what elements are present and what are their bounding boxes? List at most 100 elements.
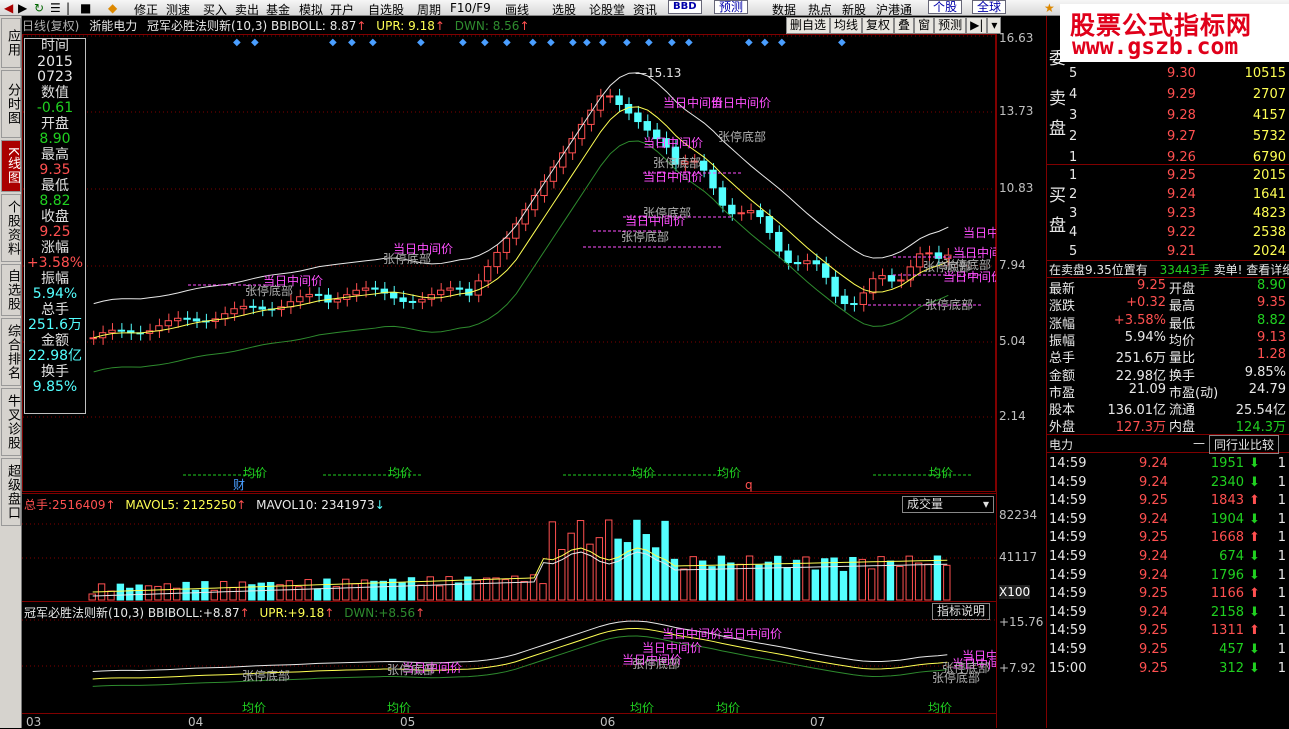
tab-watchlist[interactable]: 自选股 — [1, 264, 21, 316]
menu-item-xiuzheng[interactable]: 修正 — [134, 1, 158, 18]
menu-item-forum[interactable]: 论股堂 — [589, 1, 625, 18]
volume-bar — [886, 560, 895, 601]
tick-count: 1 — [1277, 474, 1286, 490]
volume-bar — [257, 582, 265, 601]
quote-cell: 内盘 — [1169, 420, 1196, 436]
level-price: 9.21 — [1167, 244, 1196, 259]
home-icon[interactable]: ◆ — [108, 1, 117, 15]
menu-item-account[interactable]: 开户 — [330, 1, 354, 18]
menu-item-buy[interactable]: 买入 — [203, 1, 227, 18]
menu-item-draw[interactable]: 画线 — [505, 1, 529, 18]
period-label[interactable]: 日线(复权) — [22, 19, 79, 33]
tab-profile[interactable]: 个股资料 — [1, 194, 21, 262]
industry-compare-button[interactable]: 同行业比较 — [1209, 435, 1280, 454]
x-tick: 04 — [188, 715, 204, 729]
tick-time: 14:59 — [1049, 511, 1087, 527]
quote-cell: 涨跌 — [1049, 299, 1076, 315]
refresh-icon[interactable]: ↻ — [34, 1, 44, 15]
buy-level-row[interactable]: 3 9.23 4823 — [1047, 206, 1289, 224]
sell-level-row[interactable]: 4 9.29 2707 — [1047, 87, 1289, 105]
individual-stock-button[interactable]: 个股 — [928, 0, 963, 14]
stop-icon[interactable]: ■ — [80, 1, 91, 15]
tick-time: 14:59 — [1049, 567, 1087, 583]
buy-level-row[interactable]: 1 9.25 2015 — [1047, 168, 1289, 186]
quote-cell: 外盘 — [1049, 420, 1076, 436]
tab-diagnosis[interactable]: 牛叉诊股 — [1, 388, 21, 456]
menu-item-hk-connect[interactable]: 沪港通 — [876, 1, 912, 18]
buy-level-row[interactable]: 4 9.22 2538 — [1047, 225, 1289, 243]
sell-level-row[interactable]: 5 9.30 10515 — [1047, 66, 1289, 84]
ma-button[interactable]: 均线 — [830, 17, 863, 34]
quote-row: 涨跌 +0.32 最高 9.35 — [1047, 295, 1289, 315]
indicator-panel[interactable]: 冠军必胜法则新(10,3) BBIBOLL:+8.87↑ UPR:+9.18↑ … — [22, 601, 996, 714]
quote-cell: 9.13 — [1257, 329, 1286, 345]
overlay-button[interactable]: 叠 — [894, 17, 915, 34]
bbd-button[interactable]: BBD — [668, 0, 702, 14]
orderbook: 5 9.30 10515 4 9.29 2707 3 9.28 4157 2 9.27 5732 1 9.… — [1047, 62, 1289, 262]
quote-cell: 22.98亿 — [1115, 368, 1166, 384]
up-arrow-icon: ⬆ — [1249, 586, 1260, 602]
sell-level-row[interactable]: 3 9.28 4157 — [1047, 108, 1289, 126]
up-arrow-icon: ⬆ — [1249, 493, 1260, 509]
tab-kline[interactable]: K线图 — [1, 140, 21, 192]
upr-value: 9.18 — [408, 19, 435, 33]
volume-bar — [745, 555, 754, 601]
nav-forward-icon[interactable]: ▶ — [18, 1, 27, 15]
candle — [230, 308, 238, 315]
volume-bar — [933, 555, 942, 601]
global-button[interactable]: 全球 — [972, 0, 1007, 14]
quote-row: 外盘 127.3万 内盘 124.3万 — [1047, 416, 1289, 436]
tick-row: 14:59 9.24 1951 ⬇ 1 — [1047, 456, 1289, 474]
mid-price-label: 当日中间价 — [643, 169, 703, 184]
menu-item-watchlist[interactable]: 自选股 — [368, 1, 404, 18]
tab-ranking[interactable]: 综合排名 — [1, 318, 21, 386]
function-key-label[interactable]: F10/F9 — [450, 1, 491, 15]
candlestick-panel[interactable]: ◆ ◆ ◆ ◆ ◆ ◆ ◆ ◆ ◆ ◆ ◆ ◆ ◆ ◆ ◆ ◆ ◆ ◆ ◆ ◆ ◆ ◆ —15.13 当日中间价 当日中间价 当日… — [22, 34, 1023, 492]
candle — [314, 293, 323, 296]
tick-volume: 312 — [1219, 660, 1244, 676]
expand-icon[interactable]: ▶| — [966, 17, 988, 34]
candle — [183, 317, 191, 320]
menu-item-hot[interactable]: 热点 — [808, 1, 832, 18]
window-button[interactable]: 窗 — [914, 17, 935, 34]
menu-item-fund[interactable]: 基金 — [266, 1, 290, 18]
sell-level-row[interactable]: 1 9.26 6790 — [1047, 150, 1289, 168]
volume-bar — [755, 564, 763, 601]
tab-super-quote[interactable]: 超级盘口 — [1, 458, 21, 526]
volume-bar — [182, 581, 190, 601]
menu-item-period[interactable]: 周期 — [417, 1, 441, 18]
ind-bottom-label: 张停底部 — [242, 668, 290, 683]
forecast-button[interactable]: 预测 — [714, 0, 749, 14]
remove-watchlist-button[interactable]: 删自选 — [786, 17, 831, 34]
level-price: 9.27 — [1167, 129, 1196, 144]
volume-panel[interactable]: 总手:2516409↑ MAVOL5: 2125250↑ MAVOL10: 23… — [22, 493, 996, 601]
formula-name: 冠军必胜法则新(10,3) — [147, 19, 268, 33]
menu-item-cesu[interactable]: 测速 — [166, 1, 190, 18]
diamond-icon: ◆ — [745, 37, 753, 48]
down-arrow-icon: ⬇ — [1249, 660, 1260, 676]
menu-item-news[interactable]: 资讯 — [633, 1, 657, 18]
menu-item-data[interactable]: 数据 — [772, 1, 796, 18]
menu-item-sell[interactable]: 卖出 — [235, 1, 259, 18]
buy-level-row[interactable]: 2 9.24 1641 — [1047, 187, 1289, 205]
predict-button[interactable]: 预测 — [934, 17, 967, 34]
sell-level-row[interactable]: 2 9.27 5732 — [1047, 129, 1289, 147]
notice-link[interactable]: 查看详细 — [1246, 263, 1289, 277]
down-arrow-icon: ⬇ — [1249, 604, 1260, 620]
nav-back-icon[interactable]: ◀ — [4, 1, 13, 15]
menu-item-select[interactable]: 选股 — [552, 1, 576, 18]
tab-intraday[interactable]: 分时图 — [1, 70, 21, 138]
tick-price: 9.24 — [1139, 456, 1168, 471]
volume-bar — [426, 576, 434, 601]
volume-bar — [680, 568, 688, 601]
candle — [634, 112, 642, 123]
tick-price: 9.25 — [1139, 642, 1168, 657]
tab-apps[interactable]: 应用 — [1, 18, 21, 68]
menu-item-simulate[interactable]: 模拟 — [299, 1, 323, 18]
menu-item-ipo[interactable]: 新股 — [842, 1, 866, 18]
notice-qty: 33443手 — [1159, 263, 1210, 277]
star-icon[interactable]: ★ — [1044, 1, 1055, 15]
volume-bar — [924, 563, 932, 601]
adjust-button[interactable]: 复权 — [862, 17, 895, 34]
menu-icon[interactable]: ☰ — [50, 1, 61, 15]
